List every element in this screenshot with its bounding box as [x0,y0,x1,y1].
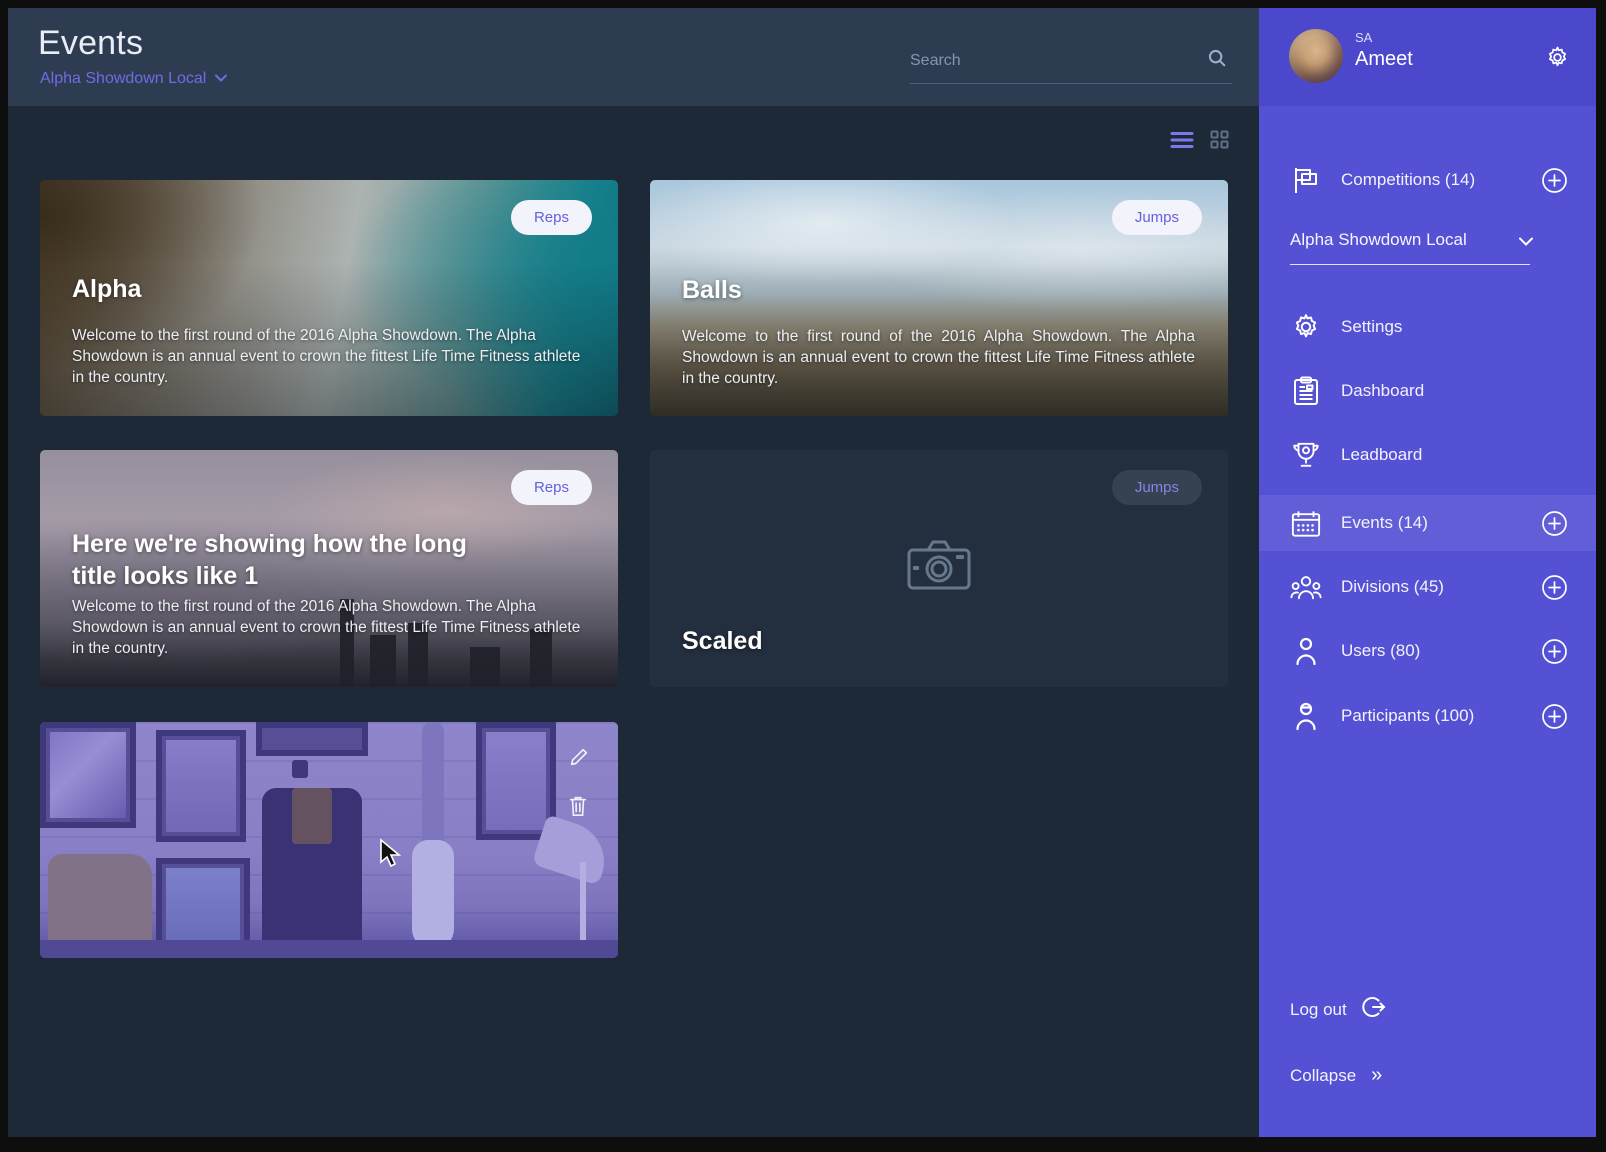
sidebar-competition-selector[interactable]: Alpha Showdown Local [1290,230,1530,265]
event-title: Alpha [72,274,141,306]
sidebar-item-leadboard[interactable]: Leadboard [1259,427,1596,483]
collapse-icon: » [1371,1064,1380,1087]
flag-icon [1289,164,1323,196]
collapse-button[interactable]: Collapse » [1290,1064,1380,1087]
event-card-alpha[interactable]: Reps Alpha Welcome to the first round of… [40,180,618,416]
sidebar-item-users[interactable]: Users (80) [1259,623,1596,679]
edit-icon[interactable] [568,746,590,773]
sidebar-item-label: Settings [1341,317,1402,337]
sidebar-item-competitions[interactable]: Competitions (14) [1259,152,1596,208]
camera-placeholder-icon [906,538,972,597]
search-bar [910,38,1232,84]
add-competition-button[interactable] [1541,167,1568,194]
add-division-button[interactable] [1541,574,1568,601]
event-card-long-title[interactable]: Reps Here we're showing how the long tit… [40,450,618,687]
clipboard-icon [1289,376,1323,406]
page-header: Events Alpha Showdown Local [8,8,1259,106]
chevron-down-icon [1518,234,1534,252]
delete-icon[interactable] [568,795,590,822]
event-card-balls[interactable]: Jumps Balls Welcome to the first round o… [650,180,1228,416]
avatar[interactable] [1289,29,1343,83]
add-event-button[interactable] [1541,510,1568,537]
user-profile[interactable]: SA Ameet [1259,8,1596,106]
event-card-photo[interactable] [40,722,618,958]
gear-icon [1289,312,1323,342]
card-actions [568,746,590,822]
sidebar-item-label: Competitions (14) [1341,170,1475,190]
sidebar-item-settings[interactable]: Settings [1259,299,1596,355]
calendar-icon [1289,509,1323,538]
collapse-label: Collapse [1290,1066,1356,1086]
sidebar-item-participants[interactable]: Participants (100) [1259,688,1596,744]
logout-icon [1362,996,1386,1023]
sidebar-item-label: Divisions (45) [1341,577,1444,597]
event-title: Here we're showing how the long title lo… [72,529,472,592]
event-description: Welcome to the first round of the 2016 A… [72,326,585,389]
sidebar-item-divisions[interactable]: Divisions (45) [1259,559,1596,615]
trophy-icon [1289,440,1323,470]
sidebar-item-label: Users (80) [1341,641,1420,661]
group-icon [1289,573,1323,601]
app-window: Events Alpha Showdown Local [8,8,1596,1137]
competition-selector-label: Alpha Showdown Local [40,70,206,88]
selected-competition: Alpha Showdown Local [1290,230,1530,250]
list-view-icon[interactable] [1170,131,1194,149]
sidebar-item-label: Participants (100) [1341,706,1474,726]
events-content: Reps Alpha Welcome to the first round of… [8,106,1259,1137]
search-icon[interactable] [1206,47,1228,74]
sidebar: SA Ameet Competitions (14) Alpha Showdow… [1259,8,1596,1137]
scoring-badge[interactable]: Reps [511,470,592,505]
search-input[interactable] [910,52,1206,70]
event-title: Scaled [682,626,763,658]
scoring-badge[interactable]: Jumps [1112,470,1202,505]
user-name: Ameet [1355,48,1413,71]
add-participant-button[interactable] [1541,703,1568,730]
view-toggles [1170,130,1229,149]
user-role-badge: SA [1355,30,1372,45]
selector-underline [1290,264,1530,265]
competition-selector[interactable]: Alpha Showdown Local [40,70,228,88]
scoring-badge[interactable]: Reps [511,200,592,235]
participant-icon [1289,701,1323,731]
sidebar-item-label: Dashboard [1341,381,1424,401]
mouse-cursor [378,838,404,873]
event-title: Balls [682,275,742,307]
page-title: Events [38,24,143,63]
event-description: Welcome to the first round of the 2016 A… [72,597,585,660]
sidebar-item-dashboard[interactable]: Dashboard [1259,363,1596,419]
scoring-badge[interactable]: Jumps [1112,200,1202,235]
gear-icon[interactable] [1545,45,1570,75]
sidebar-item-events[interactable]: Events (14) [1259,495,1596,551]
grid-view-icon[interactable] [1210,130,1229,149]
sidebar-item-label: Events (14) [1341,513,1428,533]
logout-button[interactable]: Log out [1290,996,1386,1023]
event-description: Welcome to the first round of the 2016 A… [682,327,1195,390]
event-card-scaled[interactable]: Jumps Scaled [650,450,1228,687]
hover-tint [40,722,618,958]
user-icon [1289,636,1323,666]
chevron-down-icon [214,70,228,88]
logout-label: Log out [1290,1000,1347,1020]
add-user-button[interactable] [1541,638,1568,665]
sidebar-item-label: Leadboard [1341,445,1422,465]
event-cover-image [40,722,618,958]
